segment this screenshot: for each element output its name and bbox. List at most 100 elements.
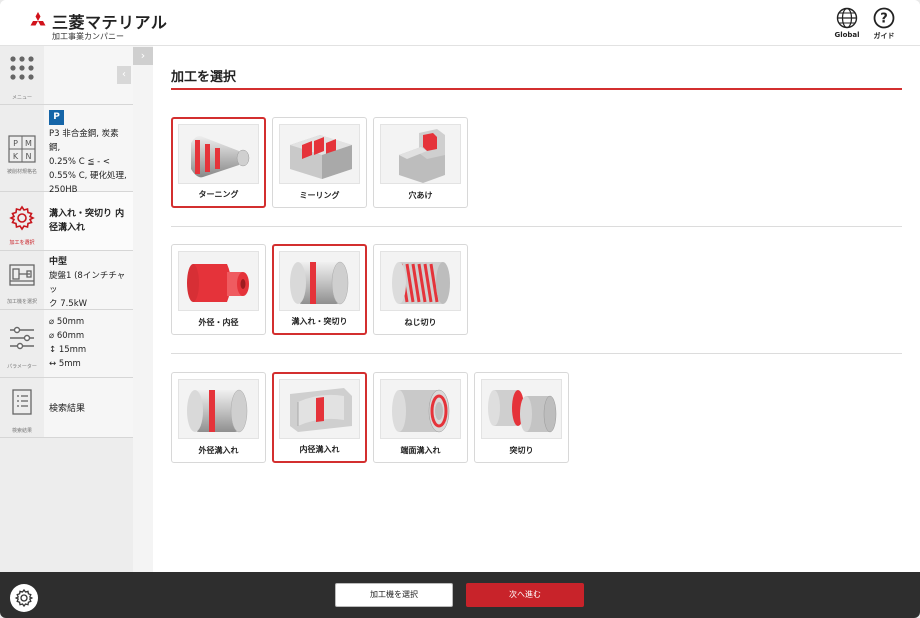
svg-text:?: ? [880,12,888,27]
sidebar-item-material[interactable]: P M K N 被削材規格名 P P3 非合金鋼, 炭素鋼, 0.25% C ≦… [0,105,133,195]
material-panel: P P3 非合金鋼, 炭素鋼, 0.25% C ≦ - < 0.55% C, 硬… [44,105,133,195]
page-title: 加工を選択 [171,70,237,85]
settings-button[interactable] [10,584,38,612]
sidebar-item-menu[interactable]: メニュー [0,46,133,105]
sidebar-item-parameters[interactable]: パラメーター ⌀ 50mm ⌀ 60mm ↕ 15mm ↔ 5mm [0,310,133,378]
material-icon-cell: P M K N 被削材規格名 [0,105,44,191]
group-divider [171,353,902,354]
grid-n: N [26,152,32,161]
lathe-icon [9,264,35,286]
process-icon-cell: 加工を選択 [0,192,44,250]
param-outer-diameter: ⌀ 50mm [49,317,85,327]
process-card-threading[interactable]: ねじ切り [373,244,468,335]
process-card-od-groove[interactable]: 外径溝入れ [171,372,266,463]
card-label: 突切り [509,446,534,455]
param-width: ↔ 5mm [49,359,81,369]
process-card-face-groove[interactable]: 端面溝入れ [373,372,468,463]
brand-logo: 三菱マテリアル [28,9,167,33]
process-line: 溝入れ・突切り 内 [49,209,125,219]
machine-icon-cell: 加工機を選択 [0,251,44,309]
machine-panel: 中型 旋盤1 (8インチチャッ ク 7.5kW 5000rpm) [44,251,133,323]
process-caption: 加工を選択 [9,240,35,246]
material-line: 0.55% C, 硬化処理, [49,171,127,181]
help-icon: ? [873,7,895,29]
card-label: ミーリング [299,191,340,200]
drilling-icon [380,124,461,184]
results-label: 検索結果 [49,404,86,414]
material-caption: 被削材規格名 [6,169,37,175]
machine-size: 中型 [49,257,68,267]
title-divider [171,88,902,90]
sidebar-item-results[interactable]: 検索結果 検索結果 [0,378,133,438]
params-panel: ⌀ 50mm ⌀ 60mm ↕ 15mm ↔ 5mm [44,310,133,377]
turning-icon [178,124,259,184]
process-card-drilling[interactable]: 穴あけ [373,117,468,208]
material-line: 0.25% C ≦ - < [49,157,111,167]
sliders-icon [10,326,34,350]
card-label: 内径溝入れ [299,445,340,454]
process-panel: 溝入れ・突切り 内 径溝入れ [44,192,133,250]
results-caption: 検索結果 [11,428,32,434]
card-label: 外径溝入れ [198,446,239,455]
grid-k: K [13,152,19,161]
parting-icon [481,379,562,439]
app-window: 三菱マテリアル 加工事業カンパニー Global ? ガイド メニュー P M … [0,0,920,618]
global-button[interactable]: Global [829,7,865,39]
od-id-icon [178,251,259,311]
brand-name: 三菱マテリアル [52,13,168,32]
process-card-turning[interactable]: ターニング [171,117,266,208]
sidebar: メニュー P M K N 被削材規格名 P P3 非合金鋼, 炭素鋼, 0.25… [0,46,133,572]
milling-icon [279,124,360,184]
header: 三菱マテリアル 加工事業カンパニー Global ? ガイド [0,0,920,46]
guide-button[interactable]: ? ガイド [866,7,902,41]
process-card-parting[interactable]: 突切り [474,372,569,463]
card-label: ターニング [198,190,239,199]
next-button[interactable]: 次へ進む [466,583,584,607]
params-icon-cell: パラメーター [0,310,44,377]
params-caption: パラメーター [7,364,37,370]
grooving-icon [279,251,360,311]
face-groove-icon [380,379,461,439]
guide-label: ガイド [873,32,895,40]
param-depth: ↕ 15mm [49,345,87,355]
globe-icon [836,7,858,29]
three-diamonds-icon [30,12,46,26]
global-label: Global [834,31,860,39]
machine-line: 旋盤1 (8インチチャッ [49,271,126,295]
company-name: 加工事業カンパニー [52,32,124,41]
group-divider [171,226,902,227]
expand-panel-button[interactable]: › [133,47,153,65]
list-icon [12,389,32,415]
card-label: 溝入れ・突切り [291,317,348,326]
settings-gear-icon [14,588,34,608]
sidebar-item-process[interactable]: 加工を選択 溝入れ・突切り 内 径溝入れ [0,192,133,251]
footer-bar: 加工機を選択 次へ進む [0,572,920,618]
param-diameter: ⌀ 60mm [49,331,85,341]
material-grid-icon: P M K N [8,135,36,163]
id-groove-icon [279,379,360,439]
collapse-panel-button[interactable]: ‹ [117,66,131,84]
process-card-grooving[interactable]: 溝入れ・突切り [272,244,367,335]
process-card-milling[interactable]: ミーリング [272,117,367,208]
sidebar-gutter [133,46,153,572]
process-card-od-id[interactable]: 外径・内径 [171,244,266,335]
select-machine-button[interactable]: 加工機を選択 [335,583,453,607]
material-badge: P [49,110,64,125]
grid-p: P [13,139,18,148]
od-groove-icon [178,379,259,439]
card-label: 端面溝入れ [400,446,441,455]
menu-dots-icon [10,56,34,80]
threading-icon [380,251,461,311]
menu-caption: メニュー [11,95,32,101]
results-icon-cell: 検索結果 [0,378,44,437]
sidebar-item-machine[interactable]: 加工機を選択 中型 旋盤1 (8インチチャッ ク 7.5kW 5000rpm) [0,251,133,323]
process-line: 径溝入れ [49,223,86,233]
grid-m: M [25,139,32,148]
menu-icon-cell: メニュー [0,46,44,104]
card-label: ねじ切り [404,318,437,327]
card-label: 外径・内径 [198,318,239,327]
process-card-id-groove[interactable]: 内径溝入れ [272,372,367,463]
gear-icon [9,205,35,231]
results-panel: 検索結果 [44,378,133,437]
card-label: 穴あけ [408,191,433,200]
